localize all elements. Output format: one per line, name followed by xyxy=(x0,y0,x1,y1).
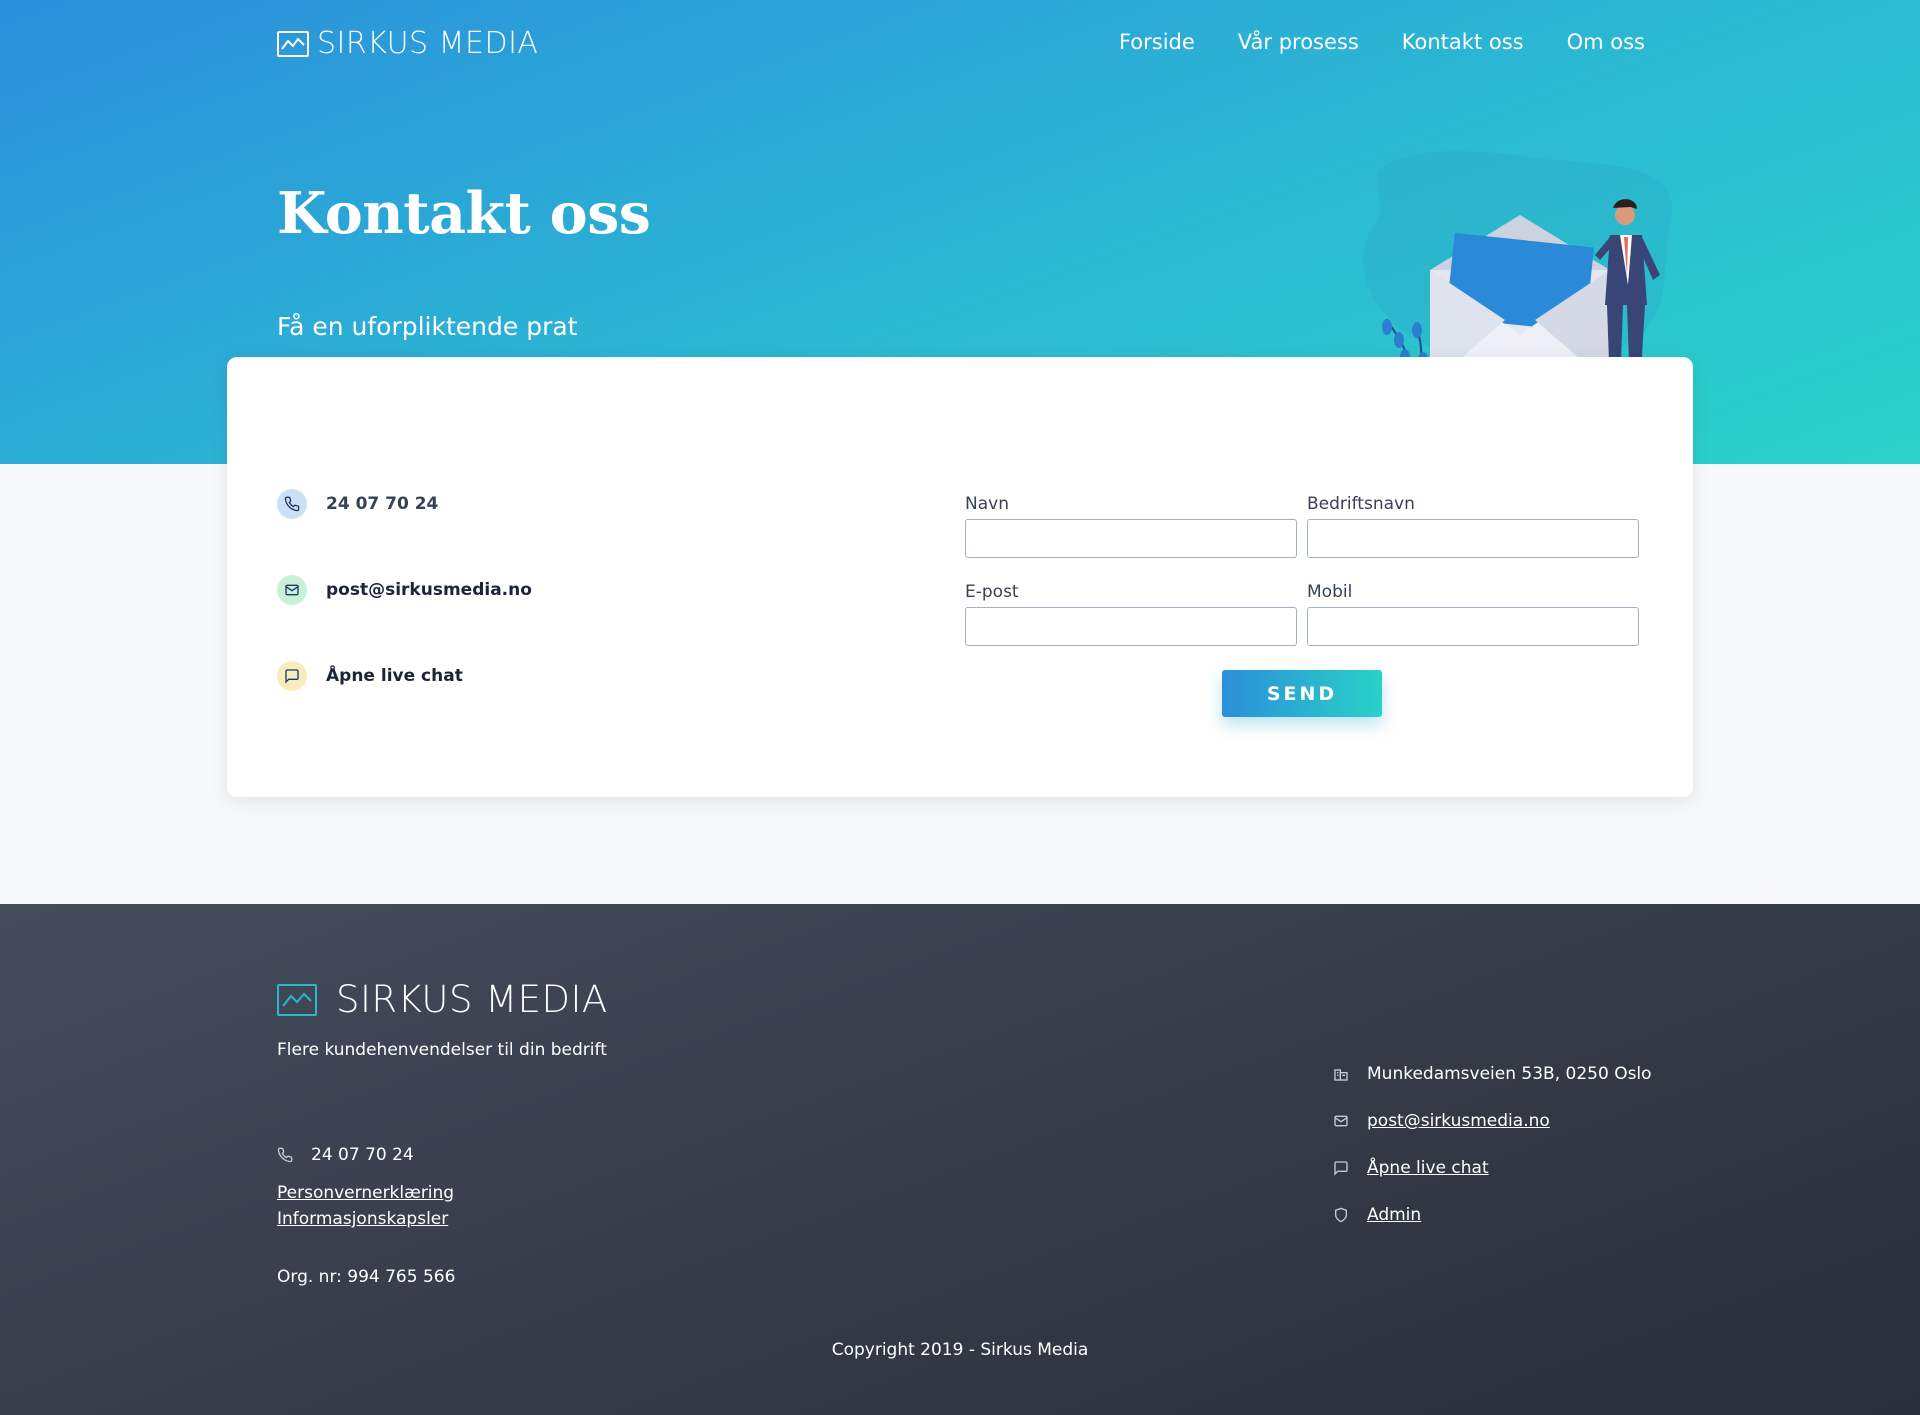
footer-legal-links: Personvernerklæring Informasjonskapsler xyxy=(277,1183,454,1235)
mobile-label: Mobil xyxy=(1307,582,1353,602)
footer-live-chat: Åpne live chat xyxy=(1333,1157,1652,1179)
footer-address-text: Munkedamsveien 53B, 0250 Oslo xyxy=(1367,1064,1652,1084)
name-label: Navn xyxy=(965,494,1009,514)
footer-tagline: Flere kundehenvendelser til din bedrift xyxy=(277,1040,607,1060)
company-field[interactable] xyxy=(1307,519,1639,558)
page-subtitle: Få en uforpliktende prat xyxy=(277,312,578,341)
copyright: Copyright 2019 - Sirkus Media xyxy=(831,1340,1089,1360)
email-label: E-post xyxy=(965,582,1019,602)
footer-live-chat-link[interactable]: Åpne live chat xyxy=(1367,1158,1489,1178)
send-button[interactable]: SEND xyxy=(1222,670,1382,717)
building-icon xyxy=(1334,1069,1348,1081)
chart-line-icon xyxy=(277,30,309,57)
brand-logo[interactable]: SIRKUS MEDIA xyxy=(277,26,538,61)
contact-phone-text: 24 07 70 24 xyxy=(326,494,439,514)
contact-live-chat-text: Åpne live chat xyxy=(326,666,463,686)
footer-address: Munkedamsveien 53B, 0250 Oslo xyxy=(1333,1063,1652,1085)
shield-icon xyxy=(1335,1207,1347,1223)
nav-item-kontakt-oss[interactable]: Kontakt oss xyxy=(1402,30,1524,54)
footer-brand-name: SIRKUS MEDIA xyxy=(336,978,608,1021)
contact-live-chat[interactable]: Åpne live chat xyxy=(277,661,532,691)
brand-name: SIRKUS MEDIA xyxy=(317,26,539,61)
main-nav: Forside Vår prosess Kontakt oss Om oss xyxy=(1076,30,1645,54)
name-field[interactable] xyxy=(965,519,1297,558)
chat-icon xyxy=(1334,1161,1348,1176)
mail-icon xyxy=(1334,1115,1348,1127)
chat-icon xyxy=(277,661,307,691)
nav-item-forside[interactable]: Forside xyxy=(1119,30,1195,54)
footer-admin: Admin xyxy=(1333,1204,1652,1226)
email-field[interactable] xyxy=(965,607,1297,646)
footer-phone-text: 24 07 70 24 xyxy=(311,1145,414,1165)
footer-admin-link[interactable]: Admin xyxy=(1367,1205,1421,1225)
contact-email-text: post@sirkusmedia.no xyxy=(326,580,532,600)
mail-icon xyxy=(277,575,307,605)
contact-phone[interactable]: 24 07 70 24 xyxy=(277,489,532,519)
page-title: Kontakt oss xyxy=(277,180,651,247)
org-number: Org. nr: 994 765 566 xyxy=(277,1267,456,1287)
footer-contact-list: Munkedamsveien 53B, 0250 Oslo post@sirku… xyxy=(1333,1063,1652,1251)
privacy-policy-link[interactable]: Personvernerklæring xyxy=(277,1183,454,1203)
footer-brand-logo[interactable]: SIRKUS MEDIA xyxy=(277,978,608,1021)
footer-email-link[interactable]: post@sirkusmedia.no xyxy=(1367,1111,1550,1131)
footer: SIRKUS MEDIA Flere kundehenvendelser til… xyxy=(0,904,1920,1415)
company-label: Bedriftsnavn xyxy=(1307,494,1415,514)
contact-email[interactable]: post@sirkusmedia.no xyxy=(277,575,532,605)
mobile-field[interactable] xyxy=(1307,607,1639,646)
nav-item-om-oss[interactable]: Om oss xyxy=(1567,30,1645,54)
footer-phone[interactable]: 24 07 70 24 xyxy=(277,1145,414,1165)
contact-list: 24 07 70 24 post@sirkusmedia.no Åpne liv… xyxy=(277,489,532,747)
phone-icon xyxy=(277,489,307,519)
contact-card: 24 07 70 24 post@sirkusmedia.no Åpne liv… xyxy=(227,357,1693,797)
footer-email: post@sirkusmedia.no xyxy=(1333,1110,1652,1132)
chart-line-icon xyxy=(277,983,317,1016)
contact-form: Navn Bedriftsnavn E-post Mobil SEND xyxy=(965,494,1639,717)
cookies-link[interactable]: Informasjonskapsler xyxy=(277,1209,454,1229)
phone-icon xyxy=(277,1147,293,1163)
nav-item-var-prosess[interactable]: Vår prosess xyxy=(1238,30,1359,54)
